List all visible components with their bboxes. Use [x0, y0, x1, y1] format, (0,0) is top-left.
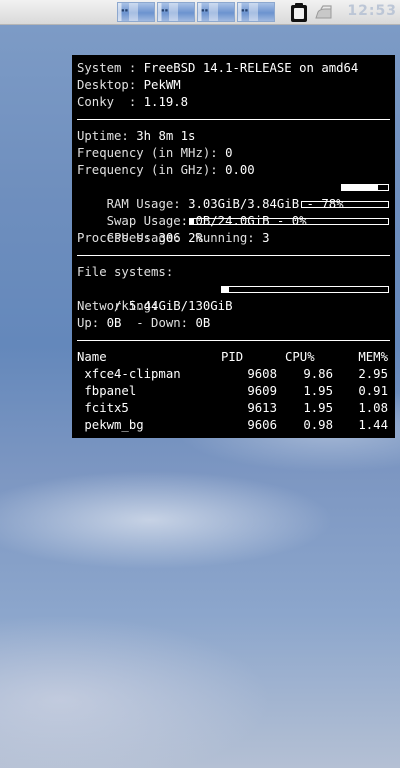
fs-root-fill: [222, 287, 229, 292]
process-name: fcitx5: [77, 401, 129, 415]
clipboard-icon[interactable]: [288, 1, 310, 23]
header-pid: PID: [221, 350, 244, 364]
freq-mhz-value: 0: [225, 146, 233, 160]
freq-mhz-row: Frequency (in MHz): 0: [77, 145, 390, 162]
process-name: fbpanel: [77, 384, 137, 398]
header-mem: MEM%: [358, 350, 388, 364]
taskbar-item-2[interactable]: ▪▪: [157, 2, 195, 22]
cpu-usage-bar: [189, 218, 389, 225]
freq-ghz-value: 0.00: [225, 163, 255, 177]
freq-ghz-label: Frequency (in GHz):: [77, 163, 226, 177]
conky-widget: System : FreeBSD 14.1-RELEASE on amd64 D…: [72, 55, 395, 438]
process-name: pekwm_bg: [77, 418, 144, 432]
process-pid: 9613: [247, 401, 277, 415]
process-cpu: 1.95: [303, 384, 333, 398]
swap-row: Swap Usage: 0B/24.0GiB - 0%: [77, 196, 390, 228]
process-table-header: Name PID CPU% MEM%: [77, 349, 390, 366]
taskbar-item-1[interactable]: ▪▪: [117, 2, 155, 22]
uptime-label: Uptime:: [77, 129, 137, 143]
process-pid: 9609: [247, 384, 277, 398]
running-value: 3: [262, 231, 270, 245]
ram-usage-bar: [341, 184, 389, 191]
process-cpu: 0.98: [303, 418, 333, 432]
desktop-row: Desktop: PekWM: [77, 77, 390, 94]
desktop-value: PekWM: [143, 78, 181, 92]
process-cpu: 1.95: [303, 401, 333, 415]
process-pid: 9606: [247, 418, 277, 432]
divider: [77, 255, 390, 256]
process-mem: 2.95: [358, 367, 388, 381]
process-row: pekwm_bg 9606 0.98 1.44: [77, 417, 390, 434]
process-name: xfce4-clipman: [77, 367, 181, 381]
ram-row: RAM Usage: 3.03GiB/3.84GiB - 78%: [77, 179, 390, 211]
swap-usage-bar: [301, 201, 389, 208]
system-row: System : FreeBSD 14.1-RELEASE on amd64: [77, 60, 390, 77]
divider: [77, 340, 390, 341]
processes-value: 306: [158, 231, 181, 245]
header-name: Name: [77, 350, 107, 364]
running-label: Running:: [180, 231, 263, 245]
uptime-row: Uptime: 3h 8m 1s: [77, 128, 390, 145]
processes-row: Processes: 306 Running: 3: [77, 230, 390, 247]
taskbar-item-4[interactable]: ▪▪: [237, 2, 275, 22]
taskbar: ▪▪ ▪▪ ▪▪ ▪▪: [117, 2, 277, 22]
up-value: 0B: [106, 316, 122, 330]
processes-label: Processes:: [77, 231, 159, 245]
desktop-label: Desktop:: [77, 78, 144, 92]
uptime-value: 3h 8m 1s: [136, 129, 196, 143]
top-panel: ▪▪ ▪▪ ▪▪ ▪▪ 12:53: [0, 0, 400, 25]
process-mem: 1.44: [358, 418, 388, 432]
conky-version-row: Conky : 1.19.8: [77, 94, 390, 111]
process-row: fcitx5 9613 1.95 1.08: [77, 400, 390, 417]
conky-version-label: Conky :: [77, 95, 144, 109]
system-label: System :: [77, 61, 144, 75]
taskbar-item-3[interactable]: ▪▪: [197, 2, 235, 22]
header-cpu: CPU%: [285, 350, 315, 364]
ram-usage-fill: [342, 185, 378, 190]
process-cpu: 9.86: [303, 367, 333, 381]
networking-heading: Networking:: [77, 298, 390, 315]
process-mem: 1.08: [358, 401, 388, 415]
cpu-usage-fill: [190, 219, 194, 224]
cpu-row: CPU Usage: 2%: [77, 213, 390, 245]
down-value: 0B: [195, 316, 211, 330]
process-row: fbpanel 9609 1.95 0.91: [77, 383, 390, 400]
fs-root-bar: [221, 286, 389, 293]
fs-root-row: / 5.44GiB/130GiB: [77, 281, 390, 313]
filesystems-label: File systems:: [77, 265, 174, 279]
clock[interactable]: 12:53: [347, 3, 397, 19]
down-label: - Down:: [121, 316, 196, 330]
process-mem: 0.91: [358, 384, 388, 398]
process-pid: 9608: [247, 367, 277, 381]
process-table: xfce4-clipman 9608 9.86 2.95 fbpanel 9609 1.9…: [77, 366, 390, 434]
networking-label: Networking:: [77, 299, 159, 313]
iron-icon[interactable]: [313, 4, 335, 22]
system-value: FreeBSD 14.1-RELEASE on amd64: [143, 61, 359, 75]
network-row: Up: 0B - Down: 0B: [77, 315, 390, 332]
up-label: Up:: [77, 316, 107, 330]
filesystems-heading: File systems:: [77, 264, 390, 281]
divider: [77, 119, 390, 120]
conky-version-value: 1.19.8: [143, 95, 189, 109]
freq-mhz-label: Frequency (in MHz):: [77, 146, 226, 160]
freq-ghz-row: Frequency (in GHz): 0.00: [77, 162, 390, 179]
process-row: xfce4-clipman 9608 9.86 2.95: [77, 366, 390, 383]
